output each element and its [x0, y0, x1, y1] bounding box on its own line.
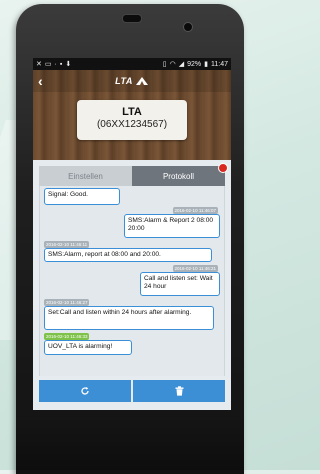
message-bubble: SMS:Alarm, report at 08:00 and 20:00.: [44, 248, 212, 262]
message-text: Call and listen set: Wait 24 hour: [144, 275, 213, 290]
message-timestamp: 2016-02-10 11:46:33: [44, 333, 90, 340]
status-bar: ✕ ▭ · ▪ ⬇ ▯ ◠ ◢ 92% ▮ 11:47: [33, 58, 231, 70]
download-icon: ⬇: [65, 61, 72, 68]
tab-einstellen[interactable]: Einstellen: [39, 166, 132, 186]
tab-protokoll[interactable]: Protokoll: [132, 163, 228, 186]
refresh-button[interactable]: [39, 380, 131, 402]
message-timestamp: 2016-02-10 11:46:27: [44, 299, 90, 306]
dot-icon: ·: [54, 60, 57, 68]
message-text: Signal: Good.: [48, 191, 88, 198]
message-timestamp: 2016-02-10 11:46:11: [44, 241, 90, 248]
app-topbar: ‹ LTA: [33, 70, 231, 92]
rotate-icon: ▯: [162, 61, 167, 68]
clock: 11:47: [211, 60, 228, 68]
delete-button[interactable]: [133, 380, 225, 402]
tab-bar: Einstellen Protokoll: [39, 163, 228, 186]
device-number: (06XX1234567): [96, 119, 168, 130]
tab-protokoll-label: Protokoll: [162, 171, 195, 181]
status-left: ✕ ▭ · ▪ ⬇: [36, 60, 72, 69]
message-bubble: UOV_LTA is alarming!: [44, 340, 132, 355]
screen-icon: ▭: [44, 61, 52, 68]
message-text: UOV_LTA is alarming!: [48, 343, 113, 350]
mute-icon: ✕: [36, 61, 42, 68]
earpiece: [122, 14, 142, 23]
app-header: ‹ LTA LTA (06XX1234567): [33, 70, 231, 160]
front-camera: [183, 22, 193, 32]
message-timestamp: 2016-02-10 11:46:07: [172, 207, 218, 214]
message-bubble: Call and listen set: Wait 24 hour: [140, 272, 220, 296]
device-name: LTA: [122, 106, 142, 118]
device-card: LTA (06XX1234567): [77, 100, 187, 140]
action-bar: [39, 380, 225, 402]
trash-icon: [175, 386, 183, 396]
status-right: ▯ ◠ ◢ 92% ▮ 11:47: [162, 60, 228, 69]
message-text: SMS:Alarm & Report 2 08:00 20:00: [128, 217, 214, 232]
refresh-icon: [81, 387, 89, 395]
app-logo: LTA: [115, 76, 133, 86]
message-bubble: Set:Call and listen within 24 hours afte…: [44, 306, 214, 330]
back-button[interactable]: ‹: [38, 73, 52, 89]
message-icon: ▪: [59, 60, 63, 68]
notification-dot: [218, 163, 228, 173]
leaf-icon: [135, 77, 148, 85]
message-bubble: SMS:Alarm & Report 2 08:00 20:00: [124, 214, 220, 238]
signal-icon: ◢: [178, 61, 185, 68]
message-timestamp: 2016-02-10 11:46:21: [172, 265, 218, 272]
message-text: Set:Call and listen within 24 hours afte…: [48, 309, 192, 316]
battery-icon: ▮: [204, 61, 208, 68]
battery-text: 92%: [187, 60, 202, 68]
chevron-left-icon: ‹: [38, 73, 43, 89]
message-bubble: Signal: Good.: [44, 188, 120, 205]
message-text: SMS:Alarm, report at 08:00 and 20:00.: [48, 251, 161, 258]
phone-bottom-bezel: [16, 418, 244, 470]
message-log: Signal: Good. 2016-02-10 11:46:07 SMS:Al…: [39, 186, 225, 376]
phone-screen: ✕ ▭ · ▪ ⬇ ▯ ◠ ◢ 92% ▮ 11:47 ‹ LTA LTA (0…: [33, 58, 231, 410]
wifi-icon: ◠: [169, 61, 176, 68]
